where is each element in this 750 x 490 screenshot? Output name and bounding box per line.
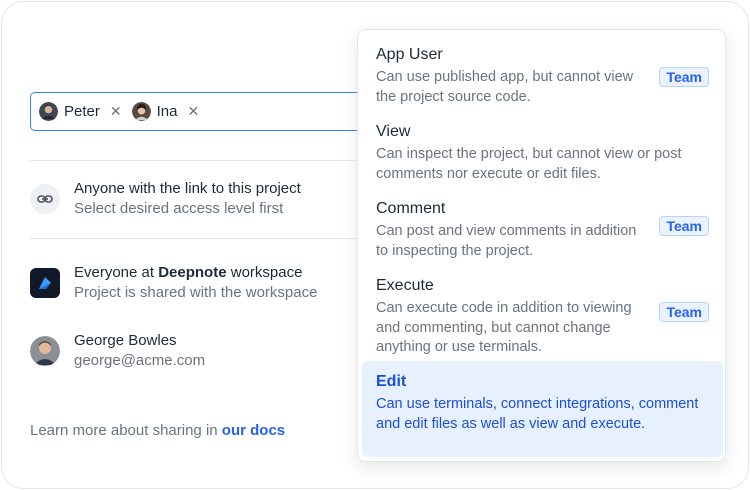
link-access-subtitle: Select desired access level first — [74, 200, 284, 217]
workspace-title-suffix: workspace — [226, 264, 303, 281]
avatar — [131, 102, 151, 121]
permission-option-app-user[interactable]: App User Can use published app, but cann… — [362, 34, 723, 117]
member-email: george@acme.com — [74, 352, 206, 369]
option-description: Can post and view comments in addition t… — [376, 223, 637, 259]
remove-invitee-icon[interactable]: ✕ — [110, 103, 122, 120]
link-access-title: Anyone with the link to this project — [74, 180, 301, 197]
link-access-row[interactable]: Anyone with the link to this project Sel… — [30, 179, 301, 219]
permission-option-execute[interactable]: Execute Can execute code in addition to … — [362, 265, 723, 368]
learn-more-text: Learn more about sharing in our docs — [30, 422, 285, 439]
member-name: George Bowles — [74, 332, 177, 349]
workspace-access-row[interactable]: Everyone at Deepnote workspace Project i… — [30, 263, 317, 303]
divider — [30, 160, 370, 161]
remove-invitee-icon[interactable]: ✕ — [187, 103, 199, 120]
team-badge: Team — [659, 302, 709, 322]
avatar — [30, 336, 60, 366]
option-title: Comment — [376, 200, 446, 217]
option-description: Can inspect the project, but cannot view… — [376, 146, 682, 182]
option-title: Edit — [376, 373, 407, 390]
share-dialog: Peter ✕ Ina ✕ Anyone with the link to th… — [1, 1, 749, 489]
learn-more-prefix: Learn more about sharing in — [30, 422, 222, 439]
option-description: Can execute code in addition to viewing … — [376, 300, 632, 355]
option-title: Execute — [376, 277, 434, 294]
docs-link[interactable]: our docs — [222, 422, 285, 439]
invitee-name: Ina — [156, 103, 178, 120]
option-title: App User — [376, 46, 443, 63]
workspace-access-subtitle: Project is shared with the workspace — [74, 284, 318, 301]
workspace-access-title: Everyone at Deepnote workspace — [74, 263, 317, 283]
option-description: Can use published app, but cannot view t… — [376, 69, 634, 105]
permission-dropdown: App User Can use published app, but cann… — [357, 29, 726, 462]
invitee-name: Peter — [64, 103, 100, 120]
team-badge: Team — [659, 67, 709, 87]
option-description: Can use terminals, connect integrations,… — [376, 396, 699, 432]
avatar — [39, 102, 58, 121]
team-badge: Team — [659, 216, 709, 236]
permission-option-edit[interactable]: Edit Can use terminals, connect integrat… — [362, 361, 723, 457]
workspace-title-prefix: Everyone at — [74, 264, 159, 281]
deepnote-logo-icon — [30, 268, 60, 298]
option-title: View — [376, 123, 411, 140]
member-row[interactable]: George Bowles george@acme.com — [30, 331, 205, 371]
permission-option-view[interactable]: View Can inspect the project, but cannot… — [362, 111, 723, 194]
invite-input[interactable]: Peter ✕ Ina ✕ — [30, 92, 390, 131]
invitee-chip-peter: Peter ✕ — [39, 99, 122, 125]
permission-option-comment[interactable]: Comment Can post and view comments in ad… — [362, 188, 723, 271]
invitee-chip-ina: Ina ✕ — [131, 99, 199, 125]
workspace-name: Deepnote — [158, 264, 227, 281]
link-icon — [30, 184, 60, 214]
divider — [30, 238, 370, 239]
